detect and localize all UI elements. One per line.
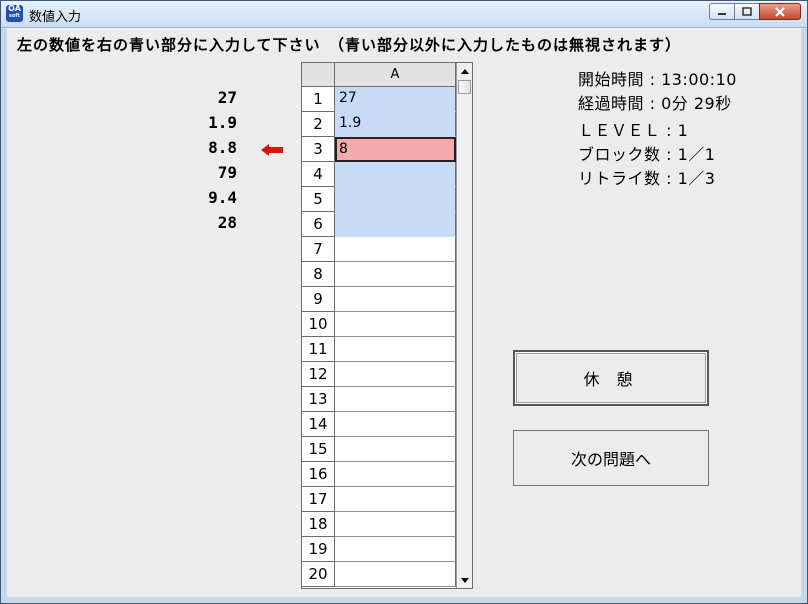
grid-cell[interactable] <box>335 462 456 487</box>
scroll-down-button[interactable] <box>457 572 472 588</box>
title-bar[interactable]: OA soft 数値入力 <box>1 1 807 28</box>
row-header[interactable]: 20 <box>302 562 335 587</box>
grid-row: 38 <box>302 137 456 162</box>
grid-cell[interactable] <box>335 387 456 412</box>
row-header[interactable]: 17 <box>302 487 335 512</box>
grid-row: 18 <box>302 512 456 537</box>
row-header[interactable]: 16 <box>302 462 335 487</box>
grid-row: 1 27 <box>302 87 456 112</box>
rest-button[interactable]: 休 憩 <box>513 350 709 406</box>
grid-row: 8 <box>302 262 456 287</box>
row-header[interactable]: 19 <box>302 537 335 562</box>
source-value: 28 <box>217 213 237 232</box>
row-header[interactable]: 14 <box>302 412 335 437</box>
source-value: 1.9 <box>208 113 237 132</box>
row-header[interactable]: 6 <box>302 212 335 237</box>
grid-cell[interactable] <box>335 562 456 587</box>
row-header[interactable]: 18 <box>302 512 335 537</box>
grid-cell[interactable] <box>335 287 456 312</box>
rest-button-label: 休 憩 <box>583 370 639 389</box>
row-header[interactable]: 2 <box>302 112 335 137</box>
app-window: OA soft 数値入力 左の数値を右の青い部分に入力して下さい （青い部分以外に… <box>0 0 808 604</box>
grid-cell[interactable] <box>335 237 456 262</box>
grid-row: 13 <box>302 387 456 412</box>
row-header[interactable]: 9 <box>302 287 335 312</box>
grid-row: 17 <box>302 487 456 512</box>
row-header[interactable]: 5 <box>302 187 335 212</box>
grid-cell[interactable] <box>335 212 456 237</box>
grid-cell[interactable] <box>335 162 456 187</box>
grid-row: 15 <box>302 437 456 462</box>
grid-cell[interactable]: 1.9 <box>335 112 456 137</box>
column-header-a[interactable]: A <box>335 63 456 87</box>
close-icon <box>775 6 785 17</box>
spreadsheet-grid[interactable]: A 1 27 2 1.9 3 8 4 5 6 7 8 9 10 11 12 13 14 15 16 17 18 19 20 <box>301 62 473 589</box>
grid-corner[interactable] <box>302 63 335 87</box>
grid-row: 20 <box>302 562 456 587</box>
source-value: 8.8 <box>208 138 237 157</box>
grid-row: 14 <box>302 412 456 437</box>
grid-row: 12 <box>302 362 456 387</box>
level-label: ＬＥＶＥＬ : 1 <box>578 121 689 140</box>
grid-cell[interactable] <box>335 537 456 562</box>
row-header[interactable]: 4 <box>302 162 335 187</box>
grid-cell[interactable] <box>335 362 456 387</box>
grid-cell[interactable] <box>335 187 456 212</box>
scroll-up-button[interactable] <box>457 63 472 79</box>
retry-count-label: リトライ数 : 1／3 <box>578 169 716 188</box>
row-header[interactable]: 12 <box>302 362 335 387</box>
instruction-text: 左の数値を右の青い部分に入力して下さい （青い部分以外に入力したものは無視されま… <box>17 36 682 54</box>
source-value: 79 <box>217 163 237 182</box>
grid-row: 7 <box>302 237 456 262</box>
app-logo-icon: OA soft <box>6 5 23 22</box>
red-left-arrow-icon <box>261 144 283 156</box>
scroll-up-icon <box>460 68 469 74</box>
grid-row: 5 <box>302 187 456 212</box>
grid-row: 6 <box>302 212 456 237</box>
block-count-label: ブロック数 : 1／1 <box>578 145 716 164</box>
source-value: 9.4 <box>208 188 237 207</box>
minimize-icon <box>718 12 726 15</box>
maximize-icon <box>742 7 752 16</box>
row-header[interactable]: 11 <box>302 337 335 362</box>
grid-cell[interactable]: 27 <box>335 87 456 112</box>
grid-row: 11 <box>302 337 456 362</box>
grid-row: 16 <box>302 462 456 487</box>
grid-cell[interactable] <box>335 337 456 362</box>
grid-row: 4 <box>302 162 456 187</box>
next-problem-button[interactable]: 次の問題へ <box>513 430 709 486</box>
vertical-scrollbar[interactable] <box>456 63 472 588</box>
grid-row: 19 <box>302 537 456 562</box>
scroll-thumb[interactable] <box>458 80 471 94</box>
grid-cell[interactable] <box>335 512 456 537</box>
window-title: 数値入力 <box>29 10 82 25</box>
row-header[interactable]: 7 <box>302 237 335 262</box>
close-button[interactable] <box>759 3 801 20</box>
next-problem-button-label: 次の問題へ <box>570 450 651 469</box>
row-header[interactable]: 13 <box>302 387 335 412</box>
grid-cell[interactable] <box>335 437 456 462</box>
row-header[interactable]: 8 <box>302 262 335 287</box>
row-header[interactable]: 3 <box>302 137 335 162</box>
maximize-button[interactable] <box>734 3 760 20</box>
grid-cell[interactable] <box>335 312 456 337</box>
minimize-button[interactable] <box>709 3 735 20</box>
client-area: 左の数値を右の青い部分に入力して下さい （青い部分以外に入力したものは無視されま… <box>7 28 801 597</box>
grid-row: 10 <box>302 312 456 337</box>
row-header[interactable]: 1 <box>302 87 335 112</box>
row-header[interactable]: 15 <box>302 437 335 462</box>
source-value: 27 <box>217 88 237 107</box>
start-time-label: 開始時間 : 13:00:10 <box>578 70 737 89</box>
grid-cell[interactable] <box>335 262 456 287</box>
scroll-down-icon <box>460 577 469 583</box>
elapsed-time-label: 経過時間 : 0分 29秒 <box>578 94 732 113</box>
grid-cell[interactable] <box>335 412 456 437</box>
active-cell[interactable]: 8 <box>335 137 456 162</box>
grid-cell[interactable] <box>335 487 456 512</box>
grid-row: 9 <box>302 287 456 312</box>
row-header[interactable]: 10 <box>302 312 335 337</box>
grid-row: 2 1.9 <box>302 112 456 137</box>
